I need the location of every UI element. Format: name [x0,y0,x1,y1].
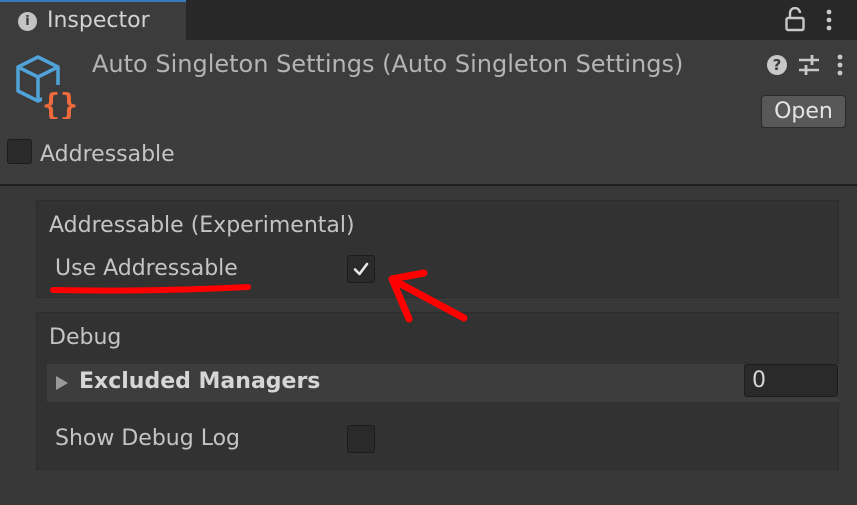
kebab-menu-icon[interactable] [824,9,834,31]
help-icon[interactable]: ? [766,54,788,76]
tab-strip: i Inspector [0,0,857,40]
addressable-section-title: Addressable (Experimental) [49,213,355,238]
lock-icon[interactable] [785,7,805,33]
debug-section: Debug Excluded Managers 0 Show Debug Log [36,312,839,470]
addressable-label: Addressable [40,142,175,167]
object-title: Auto Singleton Settings (Auto Singleton … [92,50,684,78]
tab-inspector[interactable]: i Inspector [0,0,186,40]
use-addressable-label: Use Addressable [55,256,238,281]
component-menu-icon[interactable] [836,54,844,76]
preset-sliders-icon[interactable] [798,53,820,77]
scriptable-object-icon: {} [16,55,78,119]
svg-text:?: ? [773,56,782,74]
tab-label: Inspector [47,8,150,33]
addressable-section: Addressable (Experimental) Use Addressab… [36,200,839,298]
header-divider [0,184,857,186]
use-addressable-checkbox[interactable] [347,255,375,283]
inspector-header: {} Auto Singleton Settings (Auto Singlet… [0,40,857,184]
addressable-checkbox[interactable] [7,139,32,164]
foldout-arrow-icon[interactable] [55,375,69,391]
info-icon: i [18,12,37,31]
checkmark-icon [353,262,369,276]
show-debug-log-label: Show Debug Log [55,426,240,451]
excluded-managers-size-field[interactable]: 0 [744,364,838,397]
show-debug-log-checkbox[interactable] [347,425,375,453]
svg-text:{}: {} [42,88,78,119]
debug-section-title: Debug [49,325,122,350]
excluded-managers-foldout[interactable]: Excluded Managers 0 [47,364,839,402]
excluded-managers-label: Excluded Managers [79,369,321,394]
open-button[interactable]: Open [761,95,846,128]
